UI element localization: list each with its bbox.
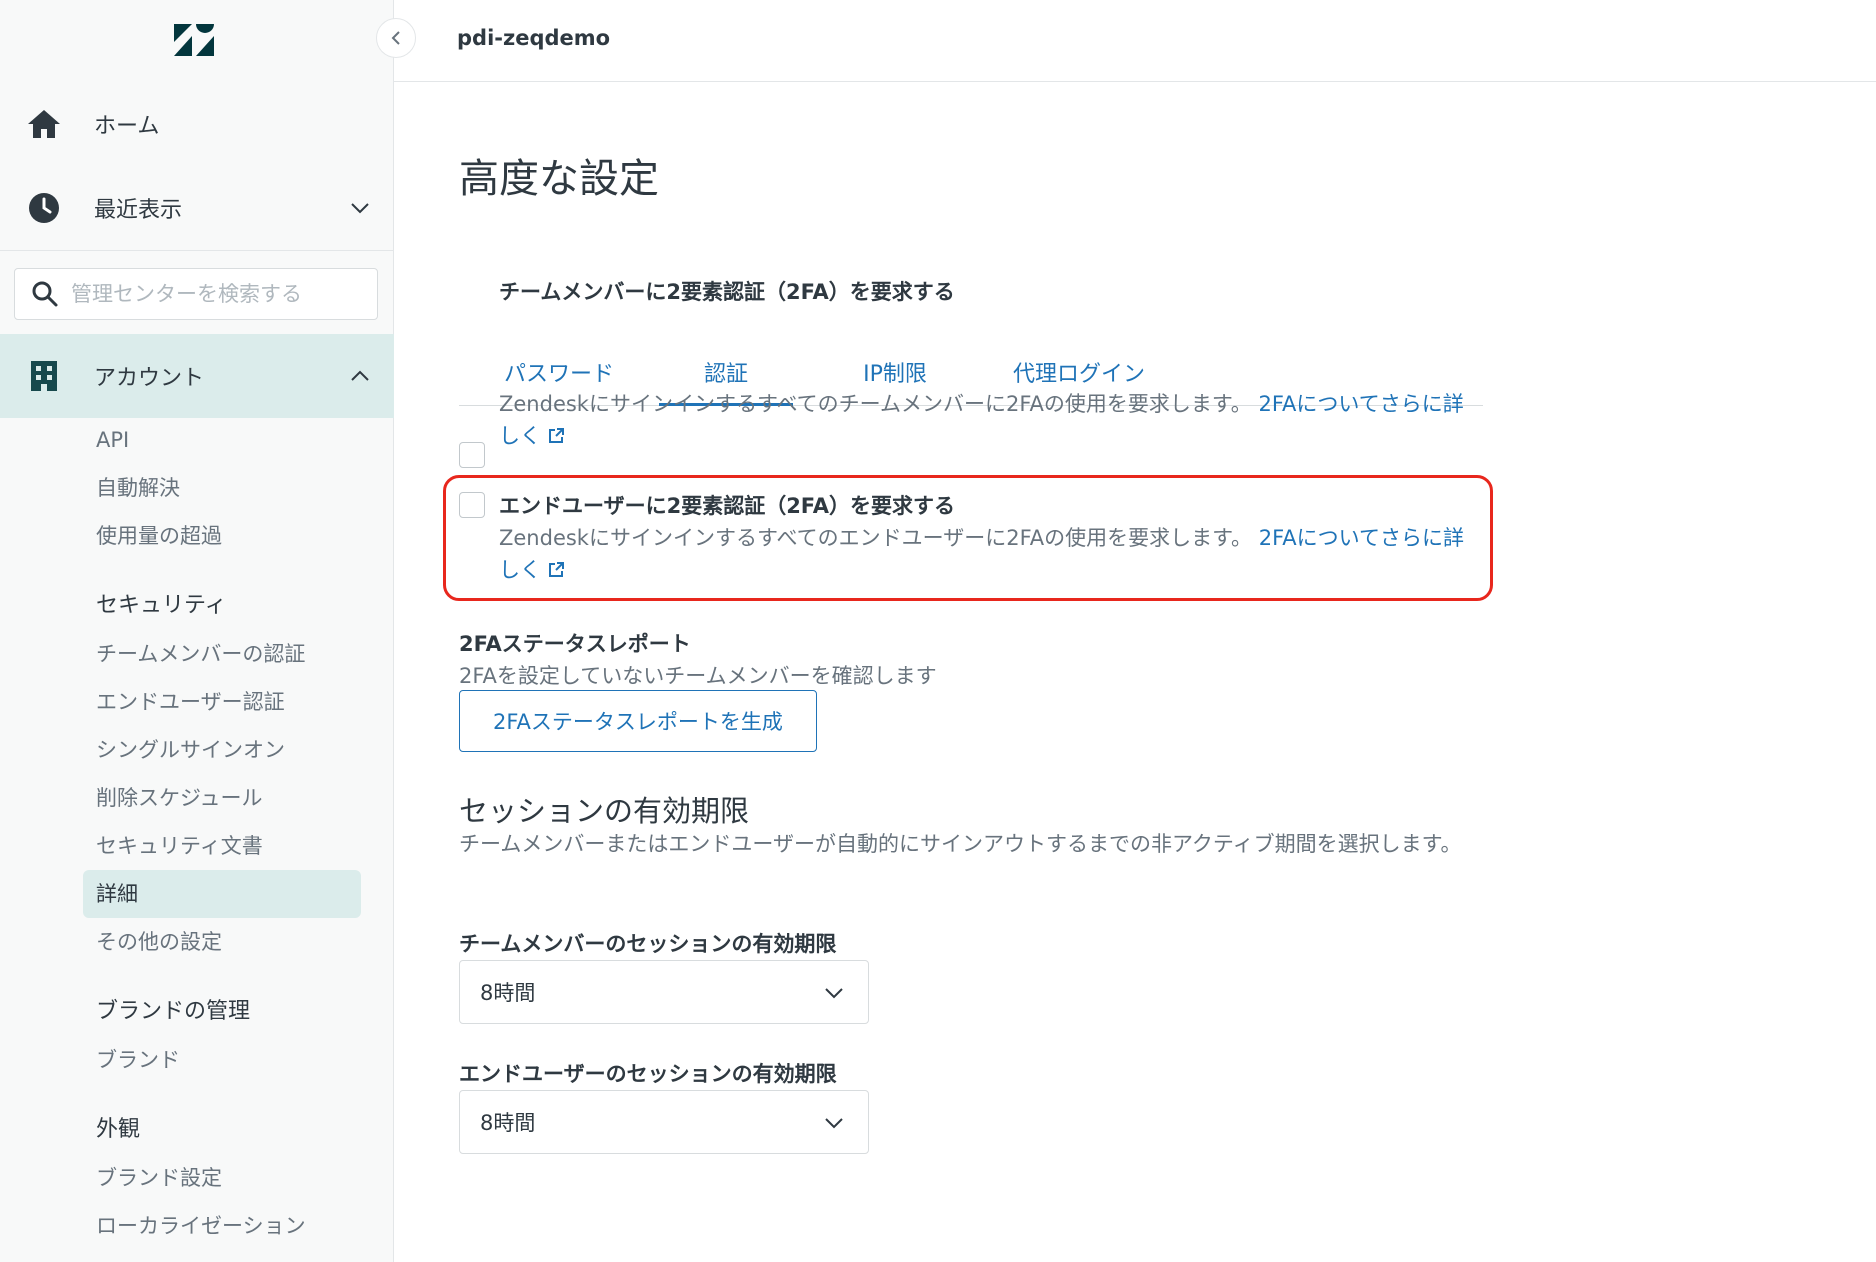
session-description: チームメンバーまたはエンドユーザーが自動的にサインアウトするまでの非アクティブ期… (459, 832, 1462, 856)
enduser-2fa-title: エンドユーザーに2要素認証（2FA）を要求する (499, 494, 955, 518)
generate-report-button[interactable]: 2FAステータスレポートを生成 (459, 690, 817, 752)
search-box[interactable] (14, 268, 378, 320)
sidebar-item-localization[interactable]: ローカライゼーション (96, 1202, 306, 1250)
enduser-session-select[interactable]: 8時間 (459, 1090, 869, 1154)
chevron-up-icon[interactable] (348, 364, 372, 388)
sidebar-item-security-docs[interactable]: セキュリティ文書 (96, 822, 263, 870)
sidebar-item-advanced[interactable]: 詳細 (83, 870, 361, 918)
sidebar-item-team-auth[interactable]: チームメンバーの認証 (96, 630, 305, 678)
nav-home-label: ホーム (94, 114, 160, 139)
account-name: pdi-zeqdemo (457, 26, 611, 50)
enduser-session-value: 8時間 (480, 1111, 536, 1135)
enduser-2fa-checkbox[interactable] (459, 492, 485, 518)
zendesk-logo-icon[interactable] (172, 22, 216, 58)
team-2fa-title: チームメンバーに2要素認証（2FA）を要求する (499, 280, 955, 304)
sidebar-item-deletion-schedule[interactable]: 削除スケジュール (96, 774, 263, 822)
chevron-down-icon (825, 988, 843, 999)
sidebar-item-brands[interactable]: ブランド (96, 1036, 180, 1084)
team-session-value: 8時間 (480, 981, 536, 1005)
sidebar: ホーム 最近表示 アカウント API 自動解決 使用量の超過 セキュリティ チー… (0, 0, 394, 1262)
sidebar-item-brand-settings[interactable]: ブランド設定 (96, 1154, 222, 1202)
session-title: セッションの有効期限 (459, 794, 750, 828)
sidebar-item-auto-resolve[interactable]: 自動解決 (96, 464, 180, 512)
enduser-session-label: エンドユーザーのセッションの有効期限 (459, 1062, 837, 1086)
sidebar-item-usage-overage[interactable]: 使用量の超過 (96, 512, 222, 560)
enduser-2fa-description: Zendeskにサインインするすべてのエンドユーザーに2FAの使用を要求します。… (499, 522, 1484, 586)
nav-recent[interactable]: 最近表示 (0, 166, 394, 250)
sidebar-item-other-settings[interactable]: その他の設定 (96, 918, 222, 966)
search-input[interactable] (71, 282, 361, 306)
home-icon (26, 106, 62, 142)
sidebar-header-appearance: 外観 (96, 1117, 141, 1142)
sidebar-item-sso[interactable]: シングルサインオン (96, 726, 285, 774)
page-title: 高度な設定 (459, 156, 659, 202)
sidebar-header-security: セキュリティ (96, 593, 227, 618)
enduser-2fa-desc-text: Zendeskにサインインするすべてのエンドユーザーに2FAの使用を要求します。 (499, 526, 1253, 550)
team-session-select[interactable]: 8時間 (459, 960, 869, 1024)
external-link-icon (549, 428, 564, 443)
building-icon (26, 358, 62, 394)
collapse-sidebar-button[interactable] (376, 18, 416, 58)
team-session-label: チームメンバーのセッションの有効期限 (459, 932, 837, 956)
nav-recent-label: 最近表示 (94, 198, 183, 223)
sidebar-header-brand: ブランドの管理 (96, 999, 251, 1024)
chevron-left-icon (391, 31, 400, 45)
team-2fa-desc-text: Zendeskにサインインするすべてのチームメンバーに2FAの使用を要求します。 (499, 392, 1252, 416)
search-icon (32, 281, 58, 307)
clock-icon (26, 190, 62, 226)
report-description: 2FAを設定していないチームメンバーを確認します (459, 664, 937, 688)
sidebar-item-api[interactable]: API (96, 416, 129, 464)
nav-home[interactable]: ホーム (0, 82, 394, 166)
nav-account-label: アカウント (94, 366, 205, 391)
chevron-down-icon (825, 1118, 843, 1129)
topbar: pdi-zeqdemo (394, 0, 1876, 82)
sidebar-item-enduser-auth[interactable]: エンドユーザー認証 (96, 678, 285, 726)
team-2fa-checkbox[interactable] (459, 442, 485, 468)
report-title: 2FAステータスレポート (459, 632, 691, 656)
nav-account[interactable]: アカウント (0, 334, 394, 418)
chevron-down-icon[interactable] (348, 196, 372, 220)
external-link-icon (549, 562, 564, 577)
sidebar-divider (0, 250, 394, 251)
team-2fa-description: Zendeskにサインインするすべてのチームメンバーに2FAの使用を要求します。… (499, 388, 1484, 452)
